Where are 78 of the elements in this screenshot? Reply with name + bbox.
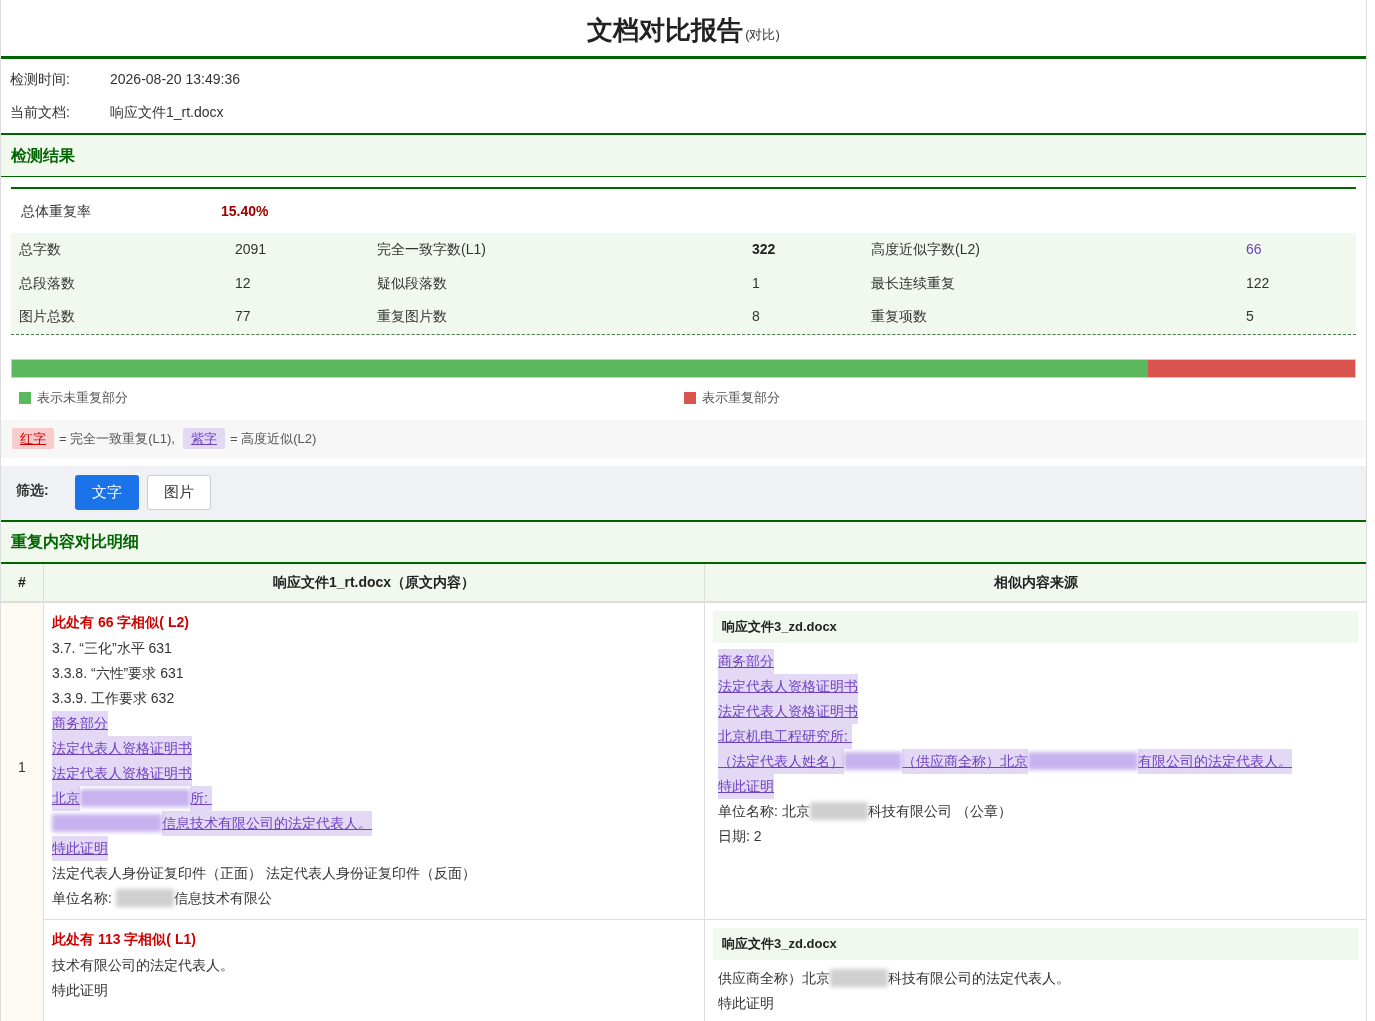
match-heading: 此处有 66 字相似( L2) [52, 612, 190, 632]
matched-text: 所: [190, 785, 212, 811]
matched-text: 法定代表人资格证明书 [52, 760, 192, 786]
source-file-header: 响应文件3_zd.docx [713, 927, 1358, 960]
row-number: 1 [18, 757, 26, 777]
stat-label: 高度近似字数(L2) [871, 240, 981, 260]
text-line: 单位名称: 北京 [718, 801, 810, 821]
matched-text: 北京 [52, 785, 80, 811]
text-line: 3.3.9. 工作要求 632 [52, 688, 175, 708]
text-line: 信息技术有限公 [173, 888, 272, 908]
matched-text: 法定代表人资格证明书 [718, 673, 858, 699]
report-title: 文档对比报告 [587, 13, 744, 47]
stat-value: 322 [752, 240, 777, 260]
legend-sample: 紫字 [182, 427, 225, 450]
title-note: (对比) [745, 26, 780, 45]
stat-label: 图片总数 [19, 307, 76, 327]
column-header: 相似内容来源 [992, 572, 1079, 592]
section-header: 检测结果 [1, 133, 1366, 177]
stat-value: 66 [1246, 240, 1263, 260]
meta-label: 检测时间: [10, 70, 71, 89]
redacted-text [809, 802, 868, 820]
text-line: 法定代表人身份证复印件（正面） 法定代表人身份证复印件（反面） [52, 863, 476, 883]
column-header: 响应文件1_rt.docx（原文内容） [44, 563, 705, 601]
matched-text: 商务部分 [52, 710, 108, 736]
legend-meaning: = 高度近似(L2) [229, 429, 317, 448]
stat-value: 2091 [235, 240, 268, 260]
matched-text: （法定代表人姓名） [718, 748, 844, 774]
overall-rate: 15.40% [221, 201, 269, 221]
stat-label: 最长连续重复 [871, 273, 956, 293]
match-heading: 此处有 113 字相似( L1) [52, 929, 197, 949]
column-header: # [1, 563, 44, 601]
meta-value: 响应文件1_rt.docx [110, 103, 224, 122]
meta-label: 当前文档: [10, 103, 71, 122]
text-line: 3.7. “三化”水平 631 [52, 638, 172, 658]
matched-text: （供应商全称）北京 [902, 748, 1028, 774]
meta-value: 2026-08-20 13:49:36 [110, 70, 240, 89]
filter-button[interactable]: 图片 [147, 475, 211, 510]
stat-value: 77 [235, 307, 252, 327]
matched-text: 信息技术有限公司的法定代表人。 [162, 810, 372, 836]
stat-label: 总体重复率 [21, 201, 92, 221]
text-line: 3.3.8. “六性”要求 631 [52, 663, 184, 683]
filter-label: 筛选: [16, 481, 50, 500]
redacted-text [844, 752, 902, 770]
matched-text: 特此证明 [718, 773, 774, 799]
stat-label: 总段落数 [19, 273, 76, 293]
text-line: 科技有限公司的法定代表人。 [888, 968, 1070, 988]
legend-label: 表示重复部分 [701, 388, 780, 407]
redacted-text [115, 889, 174, 907]
matched-text: 法定代表人资格证明书 [718, 698, 858, 724]
matched-text: 特此证明 [52, 835, 108, 861]
text-line: 供应商全称）北京 [718, 968, 830, 988]
redacted-text [830, 969, 888, 987]
stat-label: 疑似段落数 [377, 273, 448, 293]
stat-label: 重复图片数 [377, 307, 448, 327]
section-header: 重复内容对比明细 [1, 519, 1366, 563]
filter-button[interactable]: 文字 [75, 475, 139, 510]
stat-label: 总字数 [19, 240, 62, 260]
legend-meaning: = 完全一致重复(L1), [59, 429, 175, 448]
stat-value: 122 [1246, 273, 1271, 293]
legend-label: 表示未重复部分 [37, 388, 128, 407]
matched-text: 有限公司的法定代表人。 [1138, 748, 1292, 774]
stat-value: 8 [752, 307, 761, 327]
legend-sample: 红字 [12, 427, 54, 450]
text-line: 科技有限公司 （公章） [867, 801, 1012, 821]
source-file-header: 响应文件3_zd.docx [713, 610, 1358, 643]
text-line: 特此证明 [718, 993, 774, 1013]
matched-text: 北京机电工程研究所: [718, 723, 852, 749]
matched-text: 商务部分 [718, 648, 774, 674]
text-line: 特此证明 [52, 980, 108, 1000]
text-line: 单位名称: [52, 888, 113, 908]
text-line: 技术有限公司的法定代表人。 [52, 955, 234, 975]
stat-label: 完全一致字数(L1) [377, 240, 487, 260]
stat-value: 5 [1246, 307, 1255, 327]
text-line: 日期: 2 [718, 826, 762, 846]
stat-value: 1 [752, 273, 761, 293]
stat-value: 12 [235, 273, 252, 293]
stat-label: 重复项数 [871, 307, 928, 327]
matched-text: 法定代表人资格证明书 [52, 735, 192, 761]
